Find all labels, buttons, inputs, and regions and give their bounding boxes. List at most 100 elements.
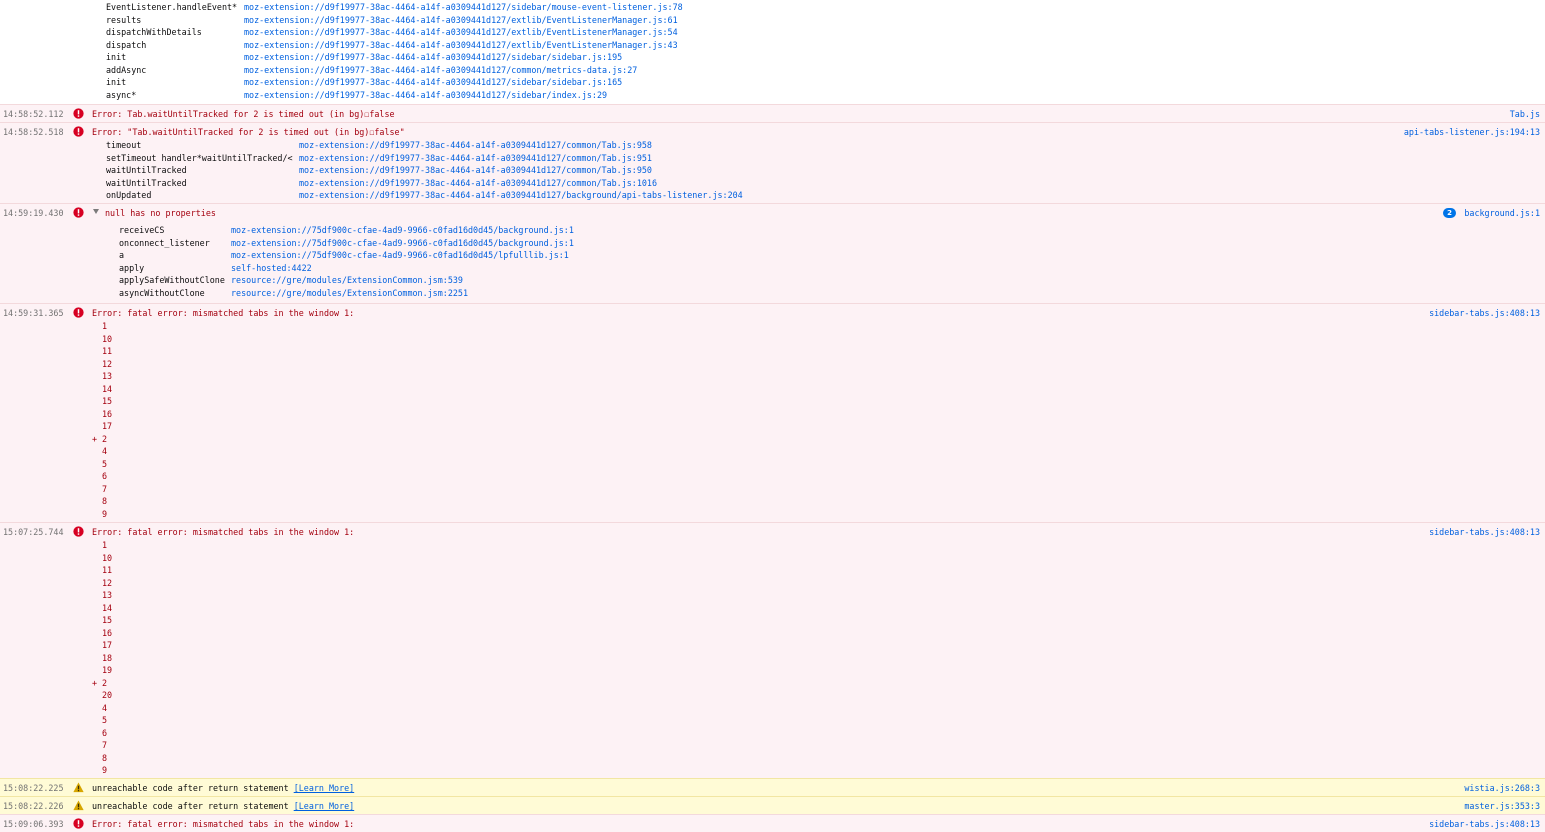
message-line: 1 — [92, 539, 112, 552]
message-lines: 1 10 11 12 13 14 15 16 17 +2 4 5 6 7 8 9 — [92, 320, 112, 520]
plus-marker: + — [92, 433, 98, 444]
message-text: Error: fatal error: mismatched tabs in t… — [92, 527, 355, 537]
message-line: 15 — [92, 614, 112, 627]
repeat-count-badge: 2 — [1443, 208, 1456, 218]
line-text: 14 — [102, 383, 113, 394]
source-link[interactable]: sidebar-tabs.js:408:13 — [1429, 308, 1540, 318]
log-message-warning[interactable]: 15:08:22.225 unreachable code after retu… — [0, 778, 1545, 796]
stack-location-link[interactable]: moz-extension://d9f19977-38ac-4464-a14f-… — [299, 165, 652, 175]
source-link[interactable]: background.js:1 — [1464, 208, 1540, 218]
error-circle-icon — [73, 126, 84, 137]
message-line: 17 — [92, 420, 112, 433]
line-text: 17 — [102, 421, 113, 431]
line-text: 11 — [102, 346, 113, 356]
timestamp: 15:08:22.226 — [3, 801, 64, 811]
message-text: unreachable code after return statement … — [92, 783, 354, 793]
log-message-error[interactable]: 15:09:06.393 Error: fatal error: mismatc… — [0, 814, 1545, 832]
source-link[interactable]: api-tabs-listener.js:194:13 — [1404, 127, 1540, 137]
learn-more-link[interactable]: [Learn More] — [294, 783, 355, 793]
stack-function: waitUntilTracked — [106, 165, 187, 175]
stack-location-link[interactable]: resource://gre/modules/ExtensionCommon.j… — [231, 288, 468, 298]
message-line: 7 — [92, 483, 112, 496]
line-text: 4 — [102, 702, 108, 713]
log-row-continuation: EventListener.handleEvent* moz-extension… — [0, 0, 1545, 104]
stack-function: async* — [106, 89, 137, 100]
source-link[interactable]: sidebar-tabs.js:408:13 — [1429, 819, 1540, 829]
line-text: 9 — [102, 765, 108, 775]
source-link[interactable]: sidebar-tabs.js:408:13 — [1429, 527, 1540, 537]
stack-location-link[interactable]: moz-extension://d9f19977-38ac-4464-a14f-… — [244, 15, 678, 25]
line-text: 8 — [102, 752, 108, 763]
message-line: 9 — [92, 508, 112, 521]
message-line: 6 — [92, 470, 112, 483]
stack-function: dispatchWithDetails — [106, 27, 202, 37]
warning-triangle-icon — [73, 782, 84, 793]
line-text: 13 — [102, 371, 113, 381]
message-line: 17 — [92, 639, 112, 652]
message-line: 14 — [92, 602, 112, 615]
line-text: 2 — [102, 677, 108, 688]
stack-function: addAsync — [106, 64, 147, 75]
timestamp: 14:58:52.518 — [3, 127, 64, 137]
stack-location-link[interactable]: moz-extension://d9f19977-38ac-4464-a14f-… — [244, 90, 607, 100]
line-text: 10 — [102, 333, 113, 344]
source-link[interactable]: Tab.js — [1510, 109, 1540, 119]
stack-function: onconnect_listener — [119, 237, 210, 248]
message-line: 8 — [92, 752, 112, 765]
message-text: Error: fatal error: mismatched tabs in t… — [92, 308, 355, 318]
stack-location-link[interactable]: moz-extension://75df900c-cfae-4ad9-9966-… — [231, 225, 574, 235]
message-line: 16 — [92, 627, 112, 640]
line-text: 1 — [102, 540, 108, 550]
error-circle-icon — [73, 108, 84, 119]
stack-function: dispatch — [106, 39, 147, 50]
message-line: 13 — [92, 370, 112, 383]
message-text: Error: Tab.waitUntilTracked for 2 is tim… — [92, 109, 395, 119]
line-text: 18 — [102, 652, 113, 663]
stack-function: init — [106, 77, 127, 87]
log-message-error[interactable]: 14:58:52.112 Error: Tab.waitUntilTracked… — [0, 104, 1545, 122]
stack-location-link[interactable]: moz-extension://d9f19977-38ac-4464-a14f-… — [299, 140, 652, 150]
stack-location-link[interactable]: moz-extension://d9f19977-38ac-4464-a14f-… — [244, 40, 678, 50]
stack-location-link[interactable]: moz-extension://d9f19977-38ac-4464-a14f-… — [244, 52, 622, 62]
stack-location-link[interactable]: self-hosted:4422 — [231, 263, 312, 273]
stack-location-link[interactable]: moz-extension://d9f19977-38ac-4464-a14f-… — [244, 77, 622, 87]
stack-location-link[interactable]: moz-extension://d9f19977-38ac-4464-a14f-… — [244, 2, 683, 12]
line-text: 17 — [102, 640, 113, 650]
stack-location-link[interactable]: moz-extension://75df900c-cfae-4ad9-9966-… — [231, 250, 569, 260]
stack-location-link[interactable]: resource://gre/modules/ExtensionCommon.j… — [231, 275, 463, 285]
stack-function: apply — [119, 262, 145, 273]
line-text: 15 — [102, 615, 113, 625]
line-text: 6 — [102, 471, 108, 481]
log-message-error[interactable]: 15:07:25.744 Error: fatal error: mismatc… — [0, 522, 1545, 778]
stack-location-link[interactable]: moz-extension://75df900c-cfae-4ad9-9966-… — [231, 238, 574, 248]
line-text: 4 — [102, 446, 108, 456]
message-line: 11 — [92, 564, 112, 577]
source-link[interactable]: wistia.js:268:3 — [1464, 783, 1540, 793]
log-message-error[interactable]: 14:59:19.430 null has no properties 2 ba… — [0, 203, 1545, 303]
stack-location-link[interactable]: moz-extension://d9f19977-38ac-4464-a14f-… — [299, 190, 743, 200]
stack-function: applySafeWithoutClone — [119, 275, 225, 285]
line-text: 5 — [102, 458, 108, 469]
message-line: 5 — [92, 714, 112, 727]
message-line: 12 — [92, 577, 112, 590]
source-link[interactable]: master.js:353:3 — [1464, 801, 1540, 811]
stack-location-link[interactable]: moz-extension://d9f19977-38ac-4464-a14f-… — [299, 178, 657, 188]
message-text: unreachable code after return statement … — [92, 801, 354, 811]
message-text: Error: "Tab.waitUntilTracked for 2 is ti… — [92, 127, 405, 137]
stack-location-link[interactable]: moz-extension://d9f19977-38ac-4464-a14f-… — [244, 65, 637, 75]
line-text: 12 — [102, 577, 113, 588]
stack-function: init — [106, 52, 127, 62]
message-line: 18 — [92, 652, 112, 665]
stack-location-link[interactable]: moz-extension://d9f19977-38ac-4464-a14f-… — [299, 153, 652, 163]
stack-location-link[interactable]: moz-extension://d9f19977-38ac-4464-a14f-… — [244, 27, 678, 37]
message-line: +2 — [92, 677, 112, 690]
message-line: 19 — [92, 664, 112, 677]
error-circle-icon — [73, 818, 84, 829]
stack-function: results — [106, 14, 142, 25]
learn-more-link[interactable]: [Learn More] — [294, 801, 355, 811]
log-message-error[interactable]: 14:59:31.365 Error: fatal error: mismatc… — [0, 303, 1545, 522]
twisty-expanded-icon[interactable] — [93, 209, 99, 214]
log-message-warning[interactable]: 15:08:22.226 unreachable code after retu… — [0, 796, 1545, 814]
log-message-error[interactable]: 14:58:52.518 Error: "Tab.waitUntilTracke… — [0, 122, 1545, 203]
line-text: 6 — [102, 727, 108, 738]
